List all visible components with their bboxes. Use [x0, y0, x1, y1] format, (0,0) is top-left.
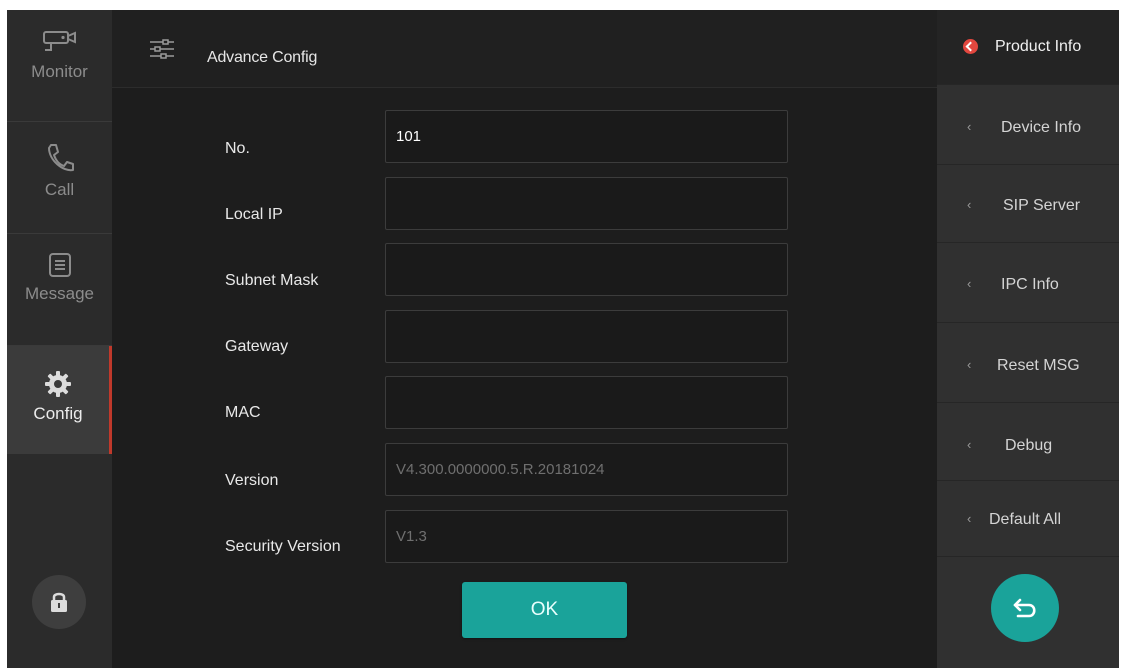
version-field: V4.300.0000000.5.R.20181024	[385, 443, 788, 496]
no-field[interactable]: 101	[385, 110, 788, 163]
gateway-field[interactable]	[385, 310, 788, 363]
menu-item-reset-msg[interactable]: ‹ Reset MSG	[937, 323, 1119, 403]
nav-label-message: Message	[25, 284, 94, 303]
label-security-version: Security Version	[225, 538, 341, 555]
mac-field	[385, 376, 788, 429]
left-nav: Monitor Call Message Config	[7, 10, 112, 668]
nav-label-call: Call	[44, 180, 75, 199]
phone-icon	[47, 144, 74, 172]
message-icon	[48, 253, 71, 277]
chevron-left-icon: ‹	[967, 276, 972, 291]
menu-item-default-all[interactable]: ‹ Default All	[937, 481, 1119, 557]
label-version: Version	[225, 472, 279, 489]
right-menu: Product Info ‹ Device Info ‹ SIP Server …	[937, 10, 1119, 668]
device-screen: Monitor Call Message Config Advance Conf…	[7, 10, 1119, 668]
nav-item-monitor[interactable]: Monitor	[7, 10, 112, 122]
nav-label-monitor: Monitor	[31, 62, 88, 81]
menu-item-ipc-info[interactable]: ‹ IPC Info	[937, 243, 1119, 323]
chevron-left-icon: ‹	[967, 119, 972, 134]
label-mac: MAC	[225, 404, 261, 421]
nav-item-call[interactable]: Call	[7, 122, 112, 234]
check-dot-icon	[963, 39, 978, 54]
chevron-left-icon: ‹	[967, 357, 972, 372]
menu-item-sip-server[interactable]: ‹ SIP Server	[937, 165, 1119, 243]
menu-label-product-info: Product Info	[995, 38, 1082, 55]
no-value: 101	[396, 128, 422, 145]
camera-icon	[42, 31, 76, 51]
chevron-left-icon: ‹	[967, 197, 972, 212]
back-arrow-icon	[1013, 598, 1036, 618]
label-no: No.	[225, 140, 250, 157]
menu-item-debug[interactable]: ‹ Debug	[937, 403, 1119, 481]
nav-item-message[interactable]: Message	[7, 234, 112, 346]
menu-item-product-info[interactable]: Product Info	[937, 10, 1119, 85]
label-subnet-mask: Subnet Mask	[225, 272, 319, 289]
chevron-left-icon: ‹	[967, 437, 972, 452]
label-gateway: Gateway	[225, 338, 289, 355]
menu-label-reset-msg: Reset MSG	[997, 357, 1080, 374]
security-version-value: V1.3	[396, 528, 427, 545]
nav-label-config: Config	[33, 404, 83, 423]
page-title: Advance Config	[207, 49, 318, 66]
local-ip-field[interactable]	[385, 177, 788, 230]
config-form: No. 101 Local IP Subnet Mask Gateway MAC…	[112, 88, 937, 668]
lock-button[interactable]	[32, 575, 86, 629]
security-version-field: V1.3	[385, 510, 788, 563]
lock-icon	[51, 592, 67, 612]
gear-icon	[45, 371, 71, 397]
label-local-ip: Local IP	[225, 206, 283, 223]
chevron-left-icon: ‹	[967, 511, 972, 526]
version-value: V4.300.0000000.5.R.20181024	[396, 461, 605, 478]
header-bar: Advance Config	[112, 10, 937, 88]
menu-label-debug: Debug	[1005, 437, 1053, 454]
back-button[interactable]	[991, 574, 1059, 642]
sliders-icon	[150, 39, 174, 59]
top-caption-strip	[0, 0, 1126, 10]
menu-label-device-info: Device Info	[1001, 119, 1082, 136]
subnet-mask-field[interactable]	[385, 243, 788, 296]
nav-item-config[interactable]: Config	[7, 346, 112, 454]
menu-label-sip-server: SIP Server	[1003, 197, 1081, 214]
menu-label-default-all: Default All	[989, 511, 1062, 528]
menu-label-ipc-info: IPC Info	[1001, 276, 1059, 293]
ok-button[interactable]: OK	[462, 582, 627, 638]
menu-item-device-info[interactable]: ‹ Device Info	[937, 85, 1119, 165]
